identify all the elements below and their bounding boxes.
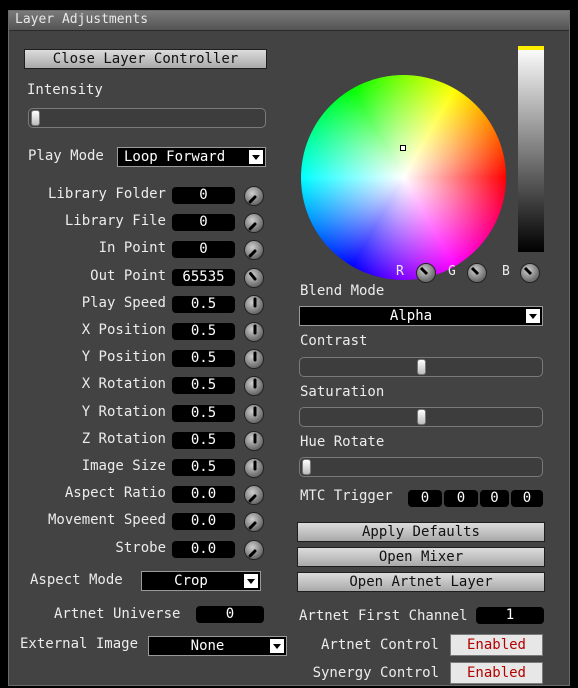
brightness-bar[interactable]	[518, 46, 544, 252]
x-position-field[interactable]: 0.5	[172, 323, 235, 340]
x-position-label: X Position	[81, 322, 166, 338]
chevron-down-icon[interactable]	[270, 639, 284, 653]
open-mixer-button[interactable]: Open Mixer	[297, 547, 545, 567]
apply-defaults-button[interactable]: Apply Defaults	[297, 522, 545, 542]
aspect-mode-dropdown[interactable]: Crop	[141, 571, 261, 591]
chevron-down-icon[interactable]	[244, 574, 258, 588]
chevron-down-icon[interactable]	[526, 309, 540, 323]
library-file-field[interactable]: 0	[172, 214, 235, 231]
strobe-label: Strobe	[115, 540, 166, 556]
image-size-knob[interactable]	[244, 458, 264, 478]
close-layer-controller-button[interactable]: Close Layer Controller	[24, 49, 267, 69]
hue-rotate-slider-thumb[interactable]	[302, 459, 311, 475]
artnet-universe-field[interactable]: 0	[196, 606, 264, 623]
mtc-hours-field[interactable]: 0	[408, 490, 442, 507]
strobe-knob[interactable]	[244, 540, 264, 560]
movement-speed-label: Movement Speed	[47, 512, 166, 528]
artnet-first-channel-field[interactable]: 1	[476, 607, 544, 624]
green-knob[interactable]	[467, 263, 487, 283]
x-rotation-field[interactable]: 0.5	[172, 377, 235, 394]
in-point-knob[interactable]	[244, 240, 264, 260]
saturation-slider-thumb[interactable]	[416, 409, 426, 425]
brightness-marker[interactable]	[518, 46, 544, 50]
play-mode-label: Play Mode	[28, 148, 104, 164]
play-speed-field[interactable]: 0.5	[172, 296, 235, 313]
library-folder-field[interactable]: 0	[172, 187, 235, 204]
external-image-value: None	[190, 638, 225, 654]
in-point-label: In Point	[98, 240, 166, 256]
y-position-label: Y Position	[81, 349, 166, 365]
artnet-control-toggle[interactable]: Enabled	[450, 634, 543, 656]
library-folder-knob[interactable]	[244, 186, 264, 206]
external-image-dropdown[interactable]: None	[148, 636, 287, 656]
contrast-slider[interactable]	[299, 357, 543, 377]
blend-mode-value: Alpha	[389, 308, 433, 324]
blue-label: B	[502, 264, 510, 279]
out-point-knob[interactable]	[244, 268, 264, 288]
mtc-minutes-field[interactable]: 0	[444, 490, 478, 507]
x-rotation-label: X Rotation	[81, 376, 166, 392]
window-title: Layer Adjustments	[15, 12, 149, 27]
title-bar[interactable]: Layer Adjustments	[9, 11, 569, 31]
red-knob[interactable]	[416, 263, 436, 283]
intensity-slider-thumb[interactable]	[31, 110, 40, 126]
image-size-label: Image Size	[81, 458, 166, 474]
blend-mode-label: Blend Mode	[300, 283, 385, 299]
aspect-ratio-field[interactable]: 0.0	[172, 486, 235, 503]
x-position-knob[interactable]	[244, 322, 264, 342]
external-image-label: External Image	[20, 636, 139, 652]
aspect-mode-label: Aspect Mode	[30, 572, 123, 588]
blue-knob[interactable]	[520, 263, 540, 283]
y-rotation-knob[interactable]	[244, 404, 264, 424]
play-speed-knob[interactable]	[244, 295, 264, 315]
y-rotation-field[interactable]: 0.5	[172, 405, 235, 422]
z-rotation-label: Z Rotation	[81, 431, 166, 447]
in-point-field[interactable]: 0	[172, 241, 235, 258]
play-mode-dropdown[interactable]: Loop Forward	[117, 147, 266, 167]
hue-rotate-slider[interactable]	[299, 457, 543, 477]
hue-rotate-label: Hue Rotate	[300, 434, 385, 450]
strobe-field[interactable]: 0.0	[172, 541, 235, 558]
mtc-trigger-label: MTC Trigger	[300, 488, 393, 504]
synergy-control-label: Synergy Control	[312, 665, 439, 681]
out-point-field[interactable]: 65535	[172, 269, 235, 286]
artnet-first-channel-label: Artnet First Channel	[299, 608, 468, 624]
open-artnet-layer-button[interactable]: Open Artnet Layer	[297, 572, 545, 592]
movement-speed-knob[interactable]	[244, 512, 264, 532]
blend-mode-dropdown[interactable]: Alpha	[299, 306, 543, 326]
contrast-label: Contrast	[300, 333, 368, 349]
play-speed-label: Play Speed	[81, 295, 166, 311]
mtc-frames-field[interactable]: 0	[511, 490, 543, 507]
synergy-control-toggle[interactable]: Enabled	[450, 662, 543, 684]
artnet-control-label: Artnet Control	[320, 637, 439, 653]
library-file-knob[interactable]	[244, 213, 264, 233]
library-folder-label: Library Folder	[47, 186, 166, 202]
artnet-universe-label: Artnet Universe	[54, 606, 181, 622]
green-label: G	[448, 264, 456, 279]
chevron-down-icon[interactable]	[249, 150, 263, 164]
intensity-slider[interactable]	[28, 108, 266, 128]
image-size-field[interactable]: 0.5	[172, 459, 235, 476]
z-rotation-knob[interactable]	[244, 431, 264, 451]
y-rotation-label: Y Rotation	[81, 404, 166, 420]
movement-speed-field[interactable]: 0.0	[172, 513, 235, 530]
color-wheel[interactable]	[301, 75, 506, 280]
z-rotation-field[interactable]: 0.5	[172, 432, 235, 449]
y-position-knob[interactable]	[244, 349, 264, 369]
red-label: R	[396, 264, 404, 279]
color-picker-cursor[interactable]	[400, 145, 406, 151]
x-rotation-knob[interactable]	[244, 376, 264, 396]
y-position-field[interactable]: 0.5	[172, 350, 235, 367]
saturation-label: Saturation	[300, 384, 385, 400]
saturation-slider[interactable]	[299, 407, 543, 427]
contrast-slider-thumb[interactable]	[416, 359, 426, 375]
library-file-label: Library File	[64, 213, 166, 229]
aspect-ratio-knob[interactable]	[244, 485, 264, 505]
intensity-label: Intensity	[27, 82, 103, 98]
aspect-mode-value: Crop	[174, 573, 208, 589]
mtc-seconds-field[interactable]: 0	[480, 490, 509, 507]
out-point-label: Out Point	[90, 268, 166, 284]
aspect-ratio-label: Aspect Ratio	[64, 485, 166, 501]
play-mode-value: Loop Forward	[124, 149, 226, 165]
